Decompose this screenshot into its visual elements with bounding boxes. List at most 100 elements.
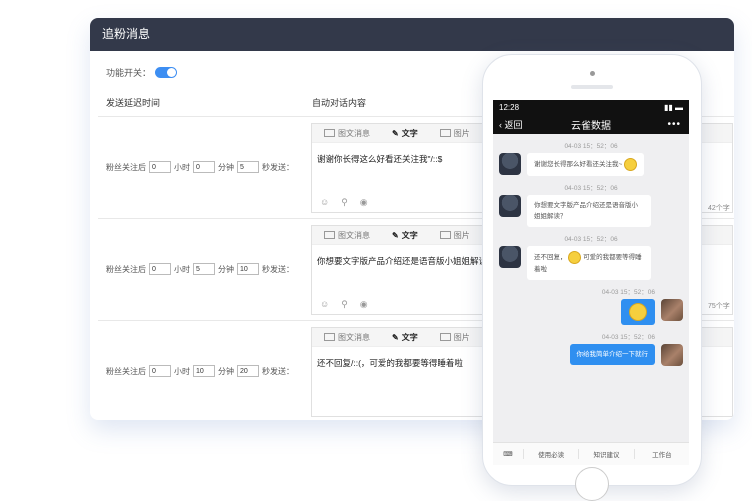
phone-speaker bbox=[571, 85, 613, 89]
pen-icon: ✎ bbox=[392, 332, 399, 342]
image-icon bbox=[439, 231, 451, 239]
char-count: 75个字 bbox=[708, 303, 730, 310]
delay-prefix: 粉丝关注后 bbox=[106, 366, 146, 376]
status-time: 12:28 bbox=[499, 102, 520, 112]
delay-column-header: 发送延迟时间 bbox=[106, 98, 161, 108]
signal-battery-icon: ▮▮ ▬ bbox=[663, 102, 683, 112]
message-bubble: 还不回复， 可爱的我都要等得睡着啦 bbox=[527, 246, 651, 280]
tab-text-label: 文字 bbox=[401, 128, 418, 138]
tab-news[interactable]: 图文消息 bbox=[324, 230, 370, 241]
hours-label: 小时 bbox=[174, 366, 190, 376]
delay-settings: 粉丝关注后 小时 分钟 秒发送： bbox=[106, 365, 294, 377]
bot-avatar bbox=[499, 153, 521, 175]
toggle-label: 功能开关： bbox=[106, 68, 152, 78]
minutes-input[interactable] bbox=[193, 263, 215, 275]
news-icon bbox=[324, 129, 335, 137]
delay-prefix: 粉丝关注后 bbox=[106, 162, 146, 172]
image-icon bbox=[439, 333, 451, 341]
minutes-label: 分钟 bbox=[218, 162, 234, 172]
bot-avatar bbox=[499, 246, 521, 268]
menu-item-workbench[interactable]: 工作台 bbox=[633, 449, 689, 459]
message-bubble: 你给我简单介绍一下就行 bbox=[569, 344, 655, 365]
delay-settings: 粉丝关注后 小时 分钟 秒发送： bbox=[106, 161, 294, 173]
chat-message bbox=[493, 299, 689, 325]
send-label: 秒发送： bbox=[262, 366, 294, 376]
back-button[interactable]: ‹ 返回 bbox=[493, 118, 523, 131]
tab-image-label: 图片 bbox=[453, 332, 470, 342]
chat-menu-bar: ⌨ 使用必读 知识建议 工作台 bbox=[493, 442, 689, 465]
seconds-input[interactable] bbox=[237, 161, 259, 173]
tab-image[interactable]: 图片 bbox=[439, 332, 470, 343]
tab-image[interactable]: 图片 bbox=[439, 230, 470, 241]
chat-message: 谢谢您长得那么好看还关注我~ bbox=[493, 153, 689, 176]
hours-label: 小时 bbox=[174, 264, 190, 274]
send-label: 秒发送： bbox=[262, 264, 294, 274]
more-menu-button[interactable]: ••• bbox=[667, 119, 681, 130]
tab-news-label: 图文消息 bbox=[338, 230, 370, 240]
phone-preview: 12:28 ▮▮ ▬ ‹ 返回 云雀数据 ••• 04-03 15：52：06 … bbox=[482, 54, 702, 501]
link-icon[interactable]: ⚲ bbox=[341, 299, 348, 310]
bot-avatar bbox=[499, 195, 521, 217]
char-count: 42个字 bbox=[708, 205, 730, 212]
tab-news[interactable]: 图文消息 bbox=[324, 332, 370, 343]
news-icon bbox=[324, 231, 335, 239]
home-button[interactable] bbox=[575, 467, 609, 501]
tab-image-label: 图片 bbox=[453, 230, 470, 240]
back-label: 返回 bbox=[504, 119, 523, 130]
link-icon[interactable]: ⚲ bbox=[341, 197, 348, 208]
grin-emoji-icon bbox=[629, 303, 647, 321]
seconds-input[interactable] bbox=[237, 263, 259, 275]
chat-message: 还不回复， 可爱的我都要等得睡着啦 bbox=[493, 246, 689, 280]
feature-toggle-row: 功能开关： bbox=[106, 66, 178, 79]
message-timestamp: 04-03 15：52：06 bbox=[601, 289, 655, 296]
pen-icon: ✎ bbox=[392, 230, 399, 240]
chat-message: 你给我简单介绍一下就行 bbox=[493, 344, 689, 366]
hours-input[interactable] bbox=[149, 161, 171, 173]
minutes-input[interactable] bbox=[193, 365, 215, 377]
seconds-input[interactable] bbox=[237, 365, 259, 377]
delay-settings: 粉丝关注后 小时 分钟 秒发送： bbox=[106, 263, 294, 275]
status-bar: 12:28 ▮▮ ▬ bbox=[493, 100, 689, 114]
feature-switch[interactable] bbox=[155, 67, 178, 78]
message-timestamp: 04-03 15：52：06 bbox=[564, 236, 618, 243]
delay-prefix: 粉丝关注后 bbox=[106, 264, 146, 274]
tab-text-label: 文字 bbox=[401, 230, 418, 240]
menu-item-guide[interactable]: 使用必读 bbox=[523, 449, 578, 459]
menu-item-suggest[interactable]: 知识建议 bbox=[578, 449, 633, 459]
emoji-icon[interactable]: ☺ bbox=[320, 197, 329, 208]
keyboard-icon[interactable]: ⌨ bbox=[493, 450, 523, 458]
emoji-icon[interactable]: ☺ bbox=[320, 299, 329, 310]
hours-input[interactable] bbox=[149, 263, 171, 275]
hours-input[interactable] bbox=[149, 365, 171, 377]
emoji-message-bubble bbox=[621, 299, 655, 325]
tab-text[interactable]: ✎ 文字 bbox=[392, 332, 418, 343]
tab-text[interactable]: ✎ 文字 bbox=[392, 128, 418, 139]
user-avatar bbox=[661, 299, 683, 321]
tab-news-label: 图文消息 bbox=[338, 332, 370, 342]
preview-icon[interactable]: ◉ bbox=[360, 299, 368, 310]
editor-footer: ☺ ⚲ ◉ bbox=[320, 197, 368, 208]
message-timestamp: 04-03 15：52：06 bbox=[601, 334, 655, 341]
minutes-input[interactable] bbox=[193, 161, 215, 173]
content-column-header: 自动对话内容 bbox=[312, 98, 367, 108]
tab-news-label: 图文消息 bbox=[338, 128, 370, 138]
message-timestamp: 04-03 15：52：06 bbox=[564, 143, 618, 150]
tab-news[interactable]: 图文消息 bbox=[324, 128, 370, 139]
image-icon bbox=[439, 129, 451, 137]
chat-message: 你想要文字版产品介绍还是语音版小姐姐解读？ bbox=[493, 195, 689, 227]
preview-icon[interactable]: ◉ bbox=[360, 197, 368, 208]
message-timestamp: 04-03 15：52：06 bbox=[564, 185, 618, 192]
message-bubble: 谢谢您长得那么好看还关注我~ bbox=[527, 153, 645, 176]
tab-text[interactable]: ✎ 文字 bbox=[392, 230, 418, 241]
user-avatar bbox=[661, 344, 683, 366]
smile-emoji-icon bbox=[624, 158, 638, 171]
panel-title: 追粉消息 bbox=[90, 18, 734, 51]
sad-emoji-icon bbox=[568, 251, 582, 264]
tab-text-label: 文字 bbox=[401, 332, 418, 342]
send-label: 秒发送： bbox=[262, 162, 294, 172]
editor-footer: ☺ ⚲ ◉ bbox=[320, 299, 368, 310]
message-text: 谢谢您长得那么好看还关注我~ bbox=[534, 161, 623, 169]
tab-image[interactable]: 图片 bbox=[439, 128, 470, 139]
message-text: 还不回复， bbox=[534, 254, 567, 262]
pen-icon: ✎ bbox=[392, 128, 399, 138]
